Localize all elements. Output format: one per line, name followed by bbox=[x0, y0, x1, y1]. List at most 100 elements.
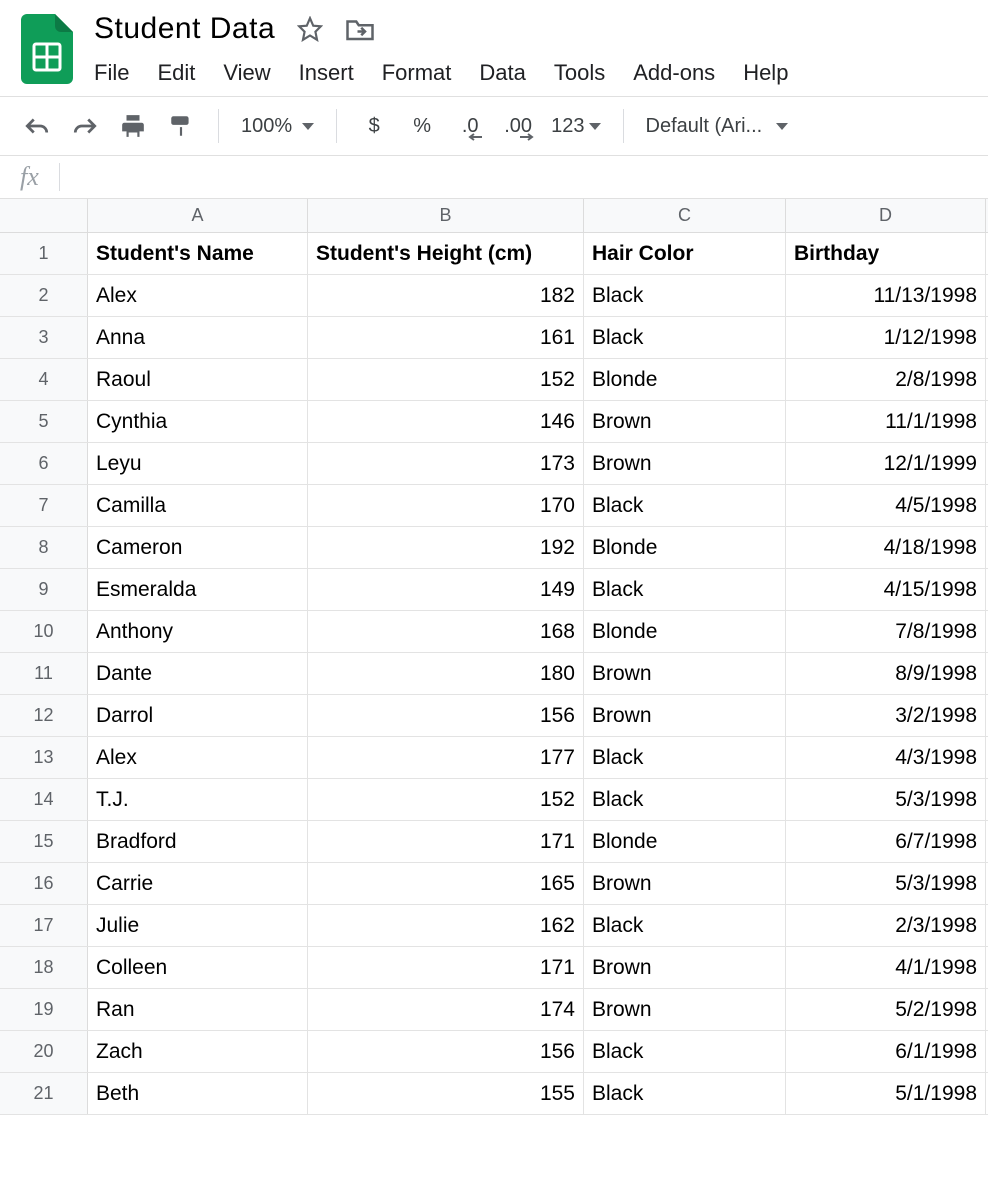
cell-height[interactable]: 152 bbox=[308, 779, 584, 820]
cell-birthday[interactable]: 2/3/1998 bbox=[786, 905, 986, 946]
cell-height[interactable]: 180 bbox=[308, 653, 584, 694]
cell-hair[interactable]: Brown bbox=[584, 989, 786, 1030]
cell-birthday[interactable]: 4/15/1998 bbox=[786, 569, 986, 610]
row-header[interactable]: 12 bbox=[0, 695, 88, 736]
cell-height[interactable]: 173 bbox=[308, 443, 584, 484]
menu-data[interactable]: Data bbox=[479, 60, 525, 86]
cell-name[interactable]: Esmeralda bbox=[88, 569, 308, 610]
cell-birthday[interactable]: 6/1/1998 bbox=[786, 1031, 986, 1072]
row-header[interactable]: 3 bbox=[0, 317, 88, 358]
move-to-folder-icon[interactable] bbox=[345, 16, 375, 42]
font-select[interactable]: Default (Ari... bbox=[646, 115, 789, 138]
cell-hair[interactable]: Black bbox=[584, 317, 786, 358]
paint-format-button[interactable] bbox=[166, 111, 196, 141]
cell-name[interactable]: Anthony bbox=[88, 611, 308, 652]
cell-birthday[interactable]: 4/3/1998 bbox=[786, 737, 986, 778]
row-header[interactable]: 6 bbox=[0, 443, 88, 484]
cell-birthday[interactable]: 6/7/1998 bbox=[786, 821, 986, 862]
row-header[interactable]: 15 bbox=[0, 821, 88, 862]
cell-height[interactable]: 171 bbox=[308, 947, 584, 988]
column-header[interactable]: A bbox=[88, 199, 308, 232]
cell-height[interactable]: 156 bbox=[308, 695, 584, 736]
cell-height[interactable]: 177 bbox=[308, 737, 584, 778]
cell-height[interactable]: 171 bbox=[308, 821, 584, 862]
cell-height[interactable]: 152 bbox=[308, 359, 584, 400]
cell-hair[interactable]: Brown bbox=[584, 947, 786, 988]
cell-name[interactable]: Leyu bbox=[88, 443, 308, 484]
format-percent-button[interactable]: % bbox=[407, 111, 437, 141]
decrease-decimal-button[interactable]: .0 bbox=[455, 111, 485, 141]
cell-hair[interactable]: Black bbox=[584, 275, 786, 316]
cell-birthday[interactable]: 4/1/1998 bbox=[786, 947, 986, 988]
cell-name[interactable]: Dante bbox=[88, 653, 308, 694]
cell-birthday[interactable]: 5/3/1998 bbox=[786, 779, 986, 820]
select-all-corner[interactable] bbox=[0, 199, 88, 232]
cell-birthday[interactable]: 11/13/1998 bbox=[786, 275, 986, 316]
column-header[interactable]: D bbox=[786, 199, 986, 232]
cell-height[interactable]: 146 bbox=[308, 401, 584, 442]
cell-height[interactable]: 149 bbox=[308, 569, 584, 610]
row-header[interactable]: 21 bbox=[0, 1073, 88, 1114]
cell-birthday[interactable]: 5/1/1998 bbox=[786, 1073, 986, 1114]
menu-view[interactable]: View bbox=[223, 60, 270, 86]
cell-name[interactable]: Beth bbox=[88, 1073, 308, 1114]
cell-hair[interactable]: Black bbox=[584, 779, 786, 820]
redo-button[interactable] bbox=[70, 111, 100, 141]
cell-height[interactable]: 161 bbox=[308, 317, 584, 358]
menu-help[interactable]: Help bbox=[743, 60, 788, 86]
row-header[interactable]: 8 bbox=[0, 527, 88, 568]
cell-name[interactable]: Alex bbox=[88, 275, 308, 316]
cell-height[interactable]: 174 bbox=[308, 989, 584, 1030]
cell-name[interactable]: Carrie bbox=[88, 863, 308, 904]
cell-name[interactable]: Camilla bbox=[88, 485, 308, 526]
row-header[interactable]: 9 bbox=[0, 569, 88, 610]
cell-birthday[interactable]: 7/8/1998 bbox=[786, 611, 986, 652]
cell-hair[interactable]: Black bbox=[584, 569, 786, 610]
column-header[interactable]: C bbox=[584, 199, 786, 232]
menu-insert[interactable]: Insert bbox=[299, 60, 354, 86]
cell-height[interactable]: 155 bbox=[308, 1073, 584, 1114]
cell-birthday[interactable]: 5/3/1998 bbox=[786, 863, 986, 904]
cell-hair[interactable]: Black bbox=[584, 905, 786, 946]
star-icon[interactable] bbox=[297, 16, 323, 42]
cell-hair[interactable]: Brown bbox=[584, 863, 786, 904]
cell-hair[interactable]: Brown bbox=[584, 443, 786, 484]
cell-birthday[interactable]: 4/18/1998 bbox=[786, 527, 986, 568]
formula-input[interactable] bbox=[60, 156, 988, 198]
cell-height[interactable]: 192 bbox=[308, 527, 584, 568]
cell-name[interactable]: Bradford bbox=[88, 821, 308, 862]
cell-height[interactable]: 165 bbox=[308, 863, 584, 904]
cell-birthday[interactable]: 1/12/1998 bbox=[786, 317, 986, 358]
row-header[interactable]: 18 bbox=[0, 947, 88, 988]
cell-birthday[interactable]: 3/2/1998 bbox=[786, 695, 986, 736]
cell-name[interactable]: Ran bbox=[88, 989, 308, 1030]
increase-decimal-button[interactable]: .00 bbox=[503, 111, 533, 141]
cell-name[interactable]: Raoul bbox=[88, 359, 308, 400]
row-header[interactable]: 5 bbox=[0, 401, 88, 442]
cell-name[interactable]: Alex bbox=[88, 737, 308, 778]
cell-birthday[interactable]: 2/8/1998 bbox=[786, 359, 986, 400]
row-header[interactable]: 7 bbox=[0, 485, 88, 526]
cell-hair[interactable]: Blonde bbox=[584, 821, 786, 862]
cell-height[interactable]: 162 bbox=[308, 905, 584, 946]
cell-birthday[interactable]: 11/1/1998 bbox=[786, 401, 986, 442]
row-header[interactable]: 11 bbox=[0, 653, 88, 694]
row-header[interactable]: 1 bbox=[0, 233, 88, 274]
cell-birthday[interactable]: 4/5/1998 bbox=[786, 485, 986, 526]
cell-hair[interactable]: Blonde bbox=[584, 611, 786, 652]
cell-birthday[interactable]: 8/9/1998 bbox=[786, 653, 986, 694]
header-cell[interactable]: Student's Height (cm) bbox=[308, 233, 584, 274]
cell-name[interactable]: Cameron bbox=[88, 527, 308, 568]
undo-button[interactable] bbox=[22, 111, 52, 141]
cell-height[interactable]: 156 bbox=[308, 1031, 584, 1072]
cell-birthday[interactable]: 5/2/1998 bbox=[786, 989, 986, 1030]
more-formats-button[interactable]: 123 bbox=[551, 111, 600, 141]
row-header[interactable]: 20 bbox=[0, 1031, 88, 1072]
row-header[interactable]: 4 bbox=[0, 359, 88, 400]
cell-name[interactable]: Colleen bbox=[88, 947, 308, 988]
cell-name[interactable]: Darrol bbox=[88, 695, 308, 736]
cell-hair[interactable]: Black bbox=[584, 1073, 786, 1114]
cell-hair[interactable]: Black bbox=[584, 485, 786, 526]
row-header[interactable]: 16 bbox=[0, 863, 88, 904]
cell-name[interactable]: Julie bbox=[88, 905, 308, 946]
